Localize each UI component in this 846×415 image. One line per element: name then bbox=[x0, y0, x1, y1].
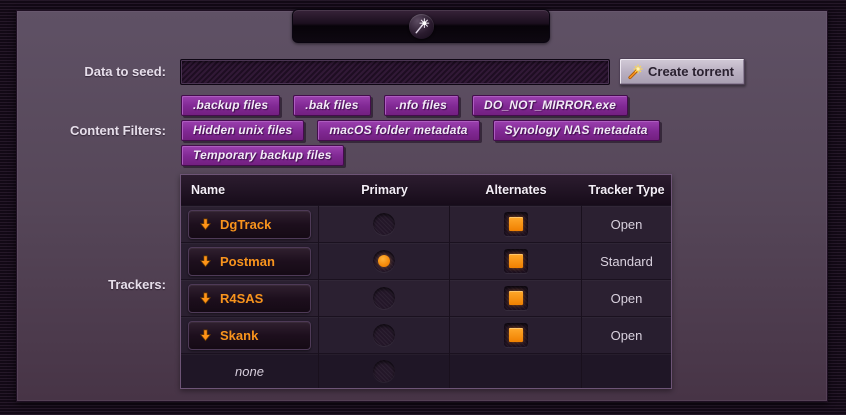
alternates-cell bbox=[450, 279, 582, 316]
download-arrow-icon bbox=[199, 218, 212, 231]
trackers-label: Trackers: bbox=[0, 275, 166, 294]
filter-chip[interactable]: .nfo files bbox=[384, 95, 459, 116]
alternates-cell bbox=[450, 353, 582, 388]
column-header-tracker-type: Tracker Type bbox=[582, 175, 671, 205]
tracker-none-label: none bbox=[181, 364, 318, 379]
alternates-checkbox[interactable] bbox=[504, 212, 528, 236]
tracker-type-cell: Open bbox=[582, 279, 671, 316]
tracker-name-button[interactable]: Postman bbox=[188, 247, 311, 276]
trackers-table: Name Primary Alternates Tracker Type DgT… bbox=[180, 174, 672, 389]
column-header-primary: Primary bbox=[319, 175, 450, 205]
primary-cell bbox=[319, 353, 450, 388]
primary-cell bbox=[319, 316, 450, 353]
primary-radio[interactable] bbox=[373, 324, 395, 346]
tracker-type-cell: Open bbox=[582, 205, 671, 242]
tracker-type-cell bbox=[582, 353, 671, 388]
create-torrent-label: Create torrent bbox=[648, 64, 734, 79]
tracker-name-cell: Postman bbox=[181, 242, 319, 279]
magic-wand-icon bbox=[627, 64, 643, 80]
primary-radio[interactable] bbox=[373, 213, 395, 235]
content-filter-chip-list: .backup files .bak files .nfo files DO_N… bbox=[181, 95, 663, 166]
primary-radio[interactable] bbox=[373, 360, 395, 382]
tracker-type-cell: Open bbox=[582, 316, 671, 353]
alternates-cell bbox=[450, 316, 582, 353]
alternates-cell bbox=[450, 205, 582, 242]
filter-chip[interactable]: macOS folder metadata bbox=[317, 120, 479, 141]
tracker-name-button[interactable]: Skank bbox=[188, 321, 311, 350]
alternates-cell bbox=[450, 242, 582, 279]
filter-chip[interactable]: Hidden unix files bbox=[181, 120, 304, 141]
primary-cell bbox=[319, 242, 450, 279]
tracker-name-cell: R4SAS bbox=[181, 279, 319, 316]
primary-radio[interactable] bbox=[373, 287, 395, 309]
filter-chip[interactable]: Temporary backup files bbox=[181, 145, 344, 166]
magic-wand-icon bbox=[409, 14, 434, 39]
alternates-checkbox[interactable] bbox=[504, 323, 528, 347]
data-to-seed-label: Data to seed: bbox=[0, 59, 166, 85]
download-arrow-icon bbox=[199, 329, 212, 342]
alternates-checkbox[interactable] bbox=[504, 286, 528, 310]
column-header-name: Name bbox=[181, 175, 319, 205]
alternates-checkbox[interactable] bbox=[504, 249, 528, 273]
filter-chip[interactable]: .bak files bbox=[293, 95, 370, 116]
tracker-name-cell: DgTrack bbox=[181, 205, 319, 242]
primary-cell bbox=[319, 279, 450, 316]
filter-chip[interactable]: DO_NOT_MIRROR.exe bbox=[472, 95, 628, 116]
data-to-seed-input[interactable] bbox=[180, 59, 610, 85]
download-arrow-icon bbox=[199, 292, 212, 305]
primary-cell bbox=[319, 205, 450, 242]
tracker-name-cell: none bbox=[181, 353, 319, 388]
content-filters-label: Content Filters: bbox=[0, 121, 166, 140]
download-arrow-icon bbox=[199, 255, 212, 268]
tracker-type-cell: Standard bbox=[582, 242, 671, 279]
primary-radio[interactable] bbox=[373, 250, 395, 272]
collapsed-section-toggle[interactable] bbox=[292, 9, 550, 43]
filter-chip[interactable]: Synology NAS metadata bbox=[493, 120, 660, 141]
column-header-alternates: Alternates bbox=[450, 175, 582, 205]
tracker-name-cell: Skank bbox=[181, 316, 319, 353]
torrent-creator-window: { "colors": { "accent_orange": "#f8941d"… bbox=[0, 0, 846, 415]
filter-chip[interactable]: .backup files bbox=[181, 95, 280, 116]
tracker-name-button[interactable]: DgTrack bbox=[188, 210, 311, 239]
create-torrent-button[interactable]: Create torrent bbox=[619, 58, 745, 85]
tracker-name-button[interactable]: R4SAS bbox=[188, 284, 311, 313]
